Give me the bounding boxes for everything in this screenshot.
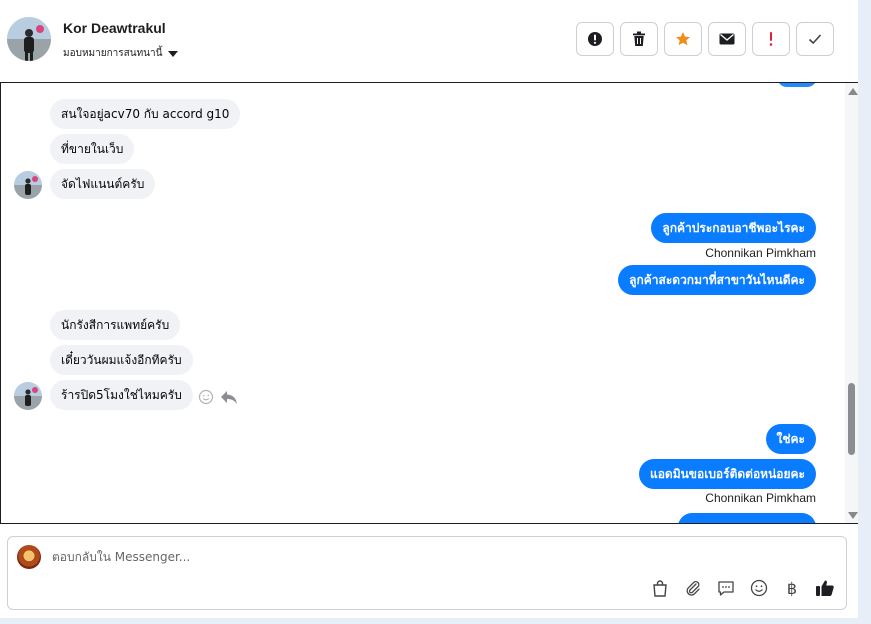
star-icon: [676, 32, 690, 46]
message-actions: [198, 389, 238, 405]
incoming-message[interactable]: ร้ารปิด5โมงใช่ไหมครับ: [50, 380, 193, 410]
conversation-header: Kor Deawtrakul มอบหมายการสนทนานี้: [0, 0, 858, 82]
assign-conversation-dropdown[interactable]: มอบหมายการสนทนานี้: [63, 46, 179, 61]
window-bottom-strip: [0, 618, 871, 624]
outgoing-message[interactable]: ลูกค้าประกอบอาชีพอะไรคะ: [651, 213, 816, 243]
conversation-toolbar: [576, 22, 834, 56]
incoming-message[interactable]: จัดไฟแนนต์ครับ: [50, 169, 156, 199]
check-icon: [808, 34, 822, 45]
star-button[interactable]: [664, 22, 702, 56]
mark-unread-button[interactable]: [708, 22, 746, 56]
trash-icon: [633, 31, 645, 46]
follow-up-button[interactable]: [752, 22, 790, 56]
spam-button[interactable]: [576, 22, 614, 56]
incoming-message[interactable]: เดี๋ยววันผมแจ้งอีกทีครับ: [50, 345, 193, 375]
message-scrollbar[interactable]: [845, 83, 858, 523]
contact-avatar[interactable]: [7, 17, 51, 61]
contact-avatar-small: [14, 171, 42, 199]
payment-button[interactable]: ฿: [781, 577, 803, 599]
partial-outgoing-bubble: [678, 513, 816, 523]
composer-toolbar: ฿: [649, 577, 836, 599]
message-list[interactable]: สนใจอยู่acv70 กับ accord g10 ที่ขายในเว็…: [0, 82, 858, 524]
contact-avatar-small: [14, 382, 42, 410]
react-emoji-icon[interactable]: [198, 389, 214, 405]
like-button[interactable]: [814, 577, 836, 599]
assign-label: มอบหมายการสนทนานี้: [63, 48, 163, 59]
outgoing-message[interactable]: ลูกค้าสะดวกมาที่สาขาวันไหนดีคะ: [618, 265, 816, 295]
exclamation-icon: [769, 32, 773, 46]
shopping-bag-icon: [653, 580, 667, 597]
baht-icon: ฿: [786, 578, 798, 598]
sender-name: Chonnikan Pimkham: [705, 246, 816, 260]
emoji-button[interactable]: [748, 577, 770, 599]
emoji-icon: [750, 579, 768, 597]
envelope-icon: [719, 33, 735, 45]
outgoing-message[interactable]: แอดมินขอเบอร์ติดต่อหน่อยคะ: [638, 459, 816, 489]
caret-down-icon: [168, 50, 179, 57]
shop-button[interactable]: [649, 577, 671, 599]
reply-icon[interactable]: [220, 389, 238, 405]
quick-reply-icon: [718, 581, 734, 596]
scroll-down-arrow[interactable]: [848, 512, 858, 519]
partial-outgoing-bubble: [777, 83, 817, 87]
reply-composer: ฿: [7, 536, 847, 610]
mark-done-button[interactable]: [796, 22, 834, 56]
scroll-up-arrow[interactable]: [848, 88, 858, 95]
incoming-message[interactable]: ที่ขายในเว็บ: [50, 134, 135, 164]
paperclip-icon: [686, 580, 700, 596]
incoming-message[interactable]: สนใจอยู่acv70 กับ accord g10: [50, 99, 241, 129]
page-avatar: [17, 545, 41, 569]
reply-input[interactable]: [52, 547, 752, 567]
attach-button[interactable]: [682, 577, 704, 599]
incoming-message[interactable]: นักรังสีการแพทย์ครับ: [50, 310, 181, 340]
window-gutter: [858, 0, 871, 624]
outgoing-message[interactable]: ใช่คะ: [765, 424, 816, 454]
alert-circle-icon: [588, 32, 602, 46]
delete-button[interactable]: [620, 22, 658, 56]
contact-name[interactable]: Kor Deawtrakul: [63, 20, 166, 36]
scroll-thumb[interactable]: [848, 383, 855, 455]
thumbs-up-icon: [816, 580, 834, 596]
sender-name: Chonnikan Pimkham: [705, 491, 816, 505]
quick-reply-button[interactable]: [715, 577, 737, 599]
